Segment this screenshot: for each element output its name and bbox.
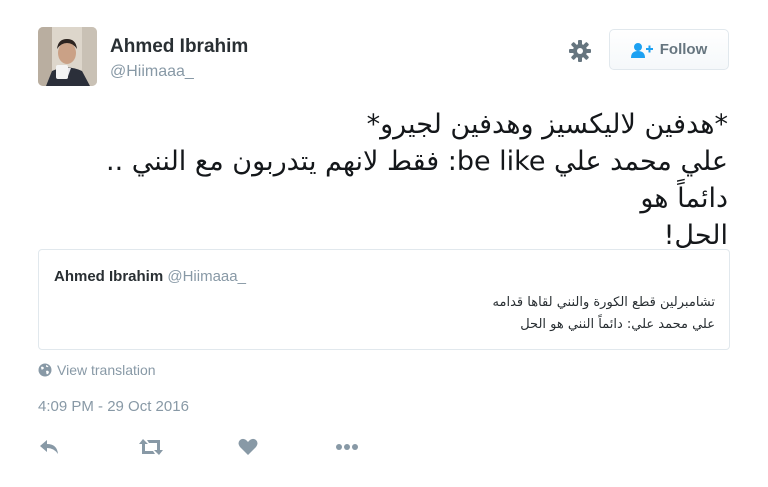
follow-button[interactable]: Follow [609,29,729,70]
reply-icon [40,440,58,454]
add-user-icon [630,42,653,58]
reply-button[interactable] [38,433,60,461]
quoted-handle: @Hiimaaa_ [167,268,246,285]
quoted-tweet[interactable]: Ahmed Ibrahim @Hiimaaa_ تشامبرلين قطع ال… [38,249,730,350]
gear-icon [569,40,591,62]
avatar-image [38,27,97,86]
retweet-button[interactable] [138,433,164,461]
tweet-line: *هدفين لاليكسيز وهدفين لجيرو* [366,109,728,140]
like-icon [238,438,258,455]
settings-button[interactable] [566,37,594,65]
like-button[interactable] [238,433,258,461]
more-icon [336,444,358,450]
user-name[interactable]: Ahmed Ibrahim [110,36,248,58]
view-translation-link[interactable]: View translation [38,362,156,378]
tweet-timestamp[interactable]: 4:09 PM - 29 Oct 2016 [38,398,189,415]
more-button[interactable] [335,433,359,461]
retweet-icon [139,439,163,455]
quoted-name: Ahmed Ibrahim [54,268,164,285]
user-handle[interactable]: @Hiimaaa_ [110,63,194,81]
avatar[interactable] [38,27,97,86]
quoted-text: تشامبرلين قطع الكورة والنني لقاها قدامه … [115,292,715,336]
quoted-author: Ahmed Ibrahim @Hiimaaa_ [54,268,246,285]
globe-icon [38,363,52,377]
tweet-text: *هدفين لاليكسيز وهدفين لجيرو* علي محمد ع… [60,106,728,254]
quoted-line: علي محمد علي: دائماً النني هو الحل [520,317,715,332]
tweet-line: علي محمد علي be like: فقط لانهم يتدربون … [106,146,728,214]
view-translation-label: View translation [57,362,156,378]
tweet-actions [38,433,398,461]
follow-label: Follow [659,41,708,58]
quoted-line: تشامبرلين قطع الكورة والنني لقاها قدامه [492,295,715,310]
